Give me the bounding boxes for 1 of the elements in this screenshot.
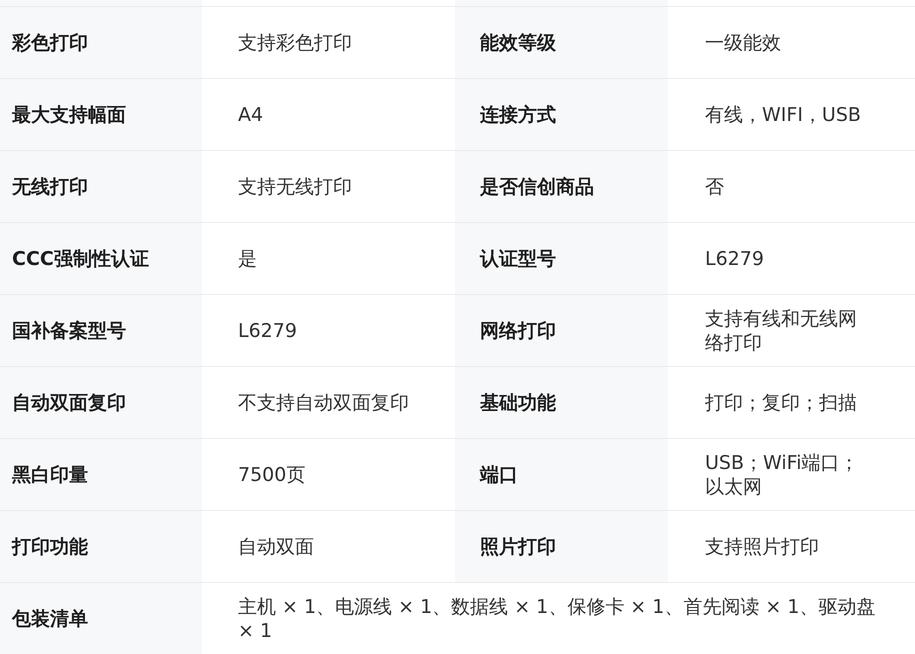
spec-value: 主机 × 1、电源线 × 1、数据线 × 1、保修卡 × 1、首先阅读 × 1、驱动盘 × 1 [202, 582, 915, 654]
